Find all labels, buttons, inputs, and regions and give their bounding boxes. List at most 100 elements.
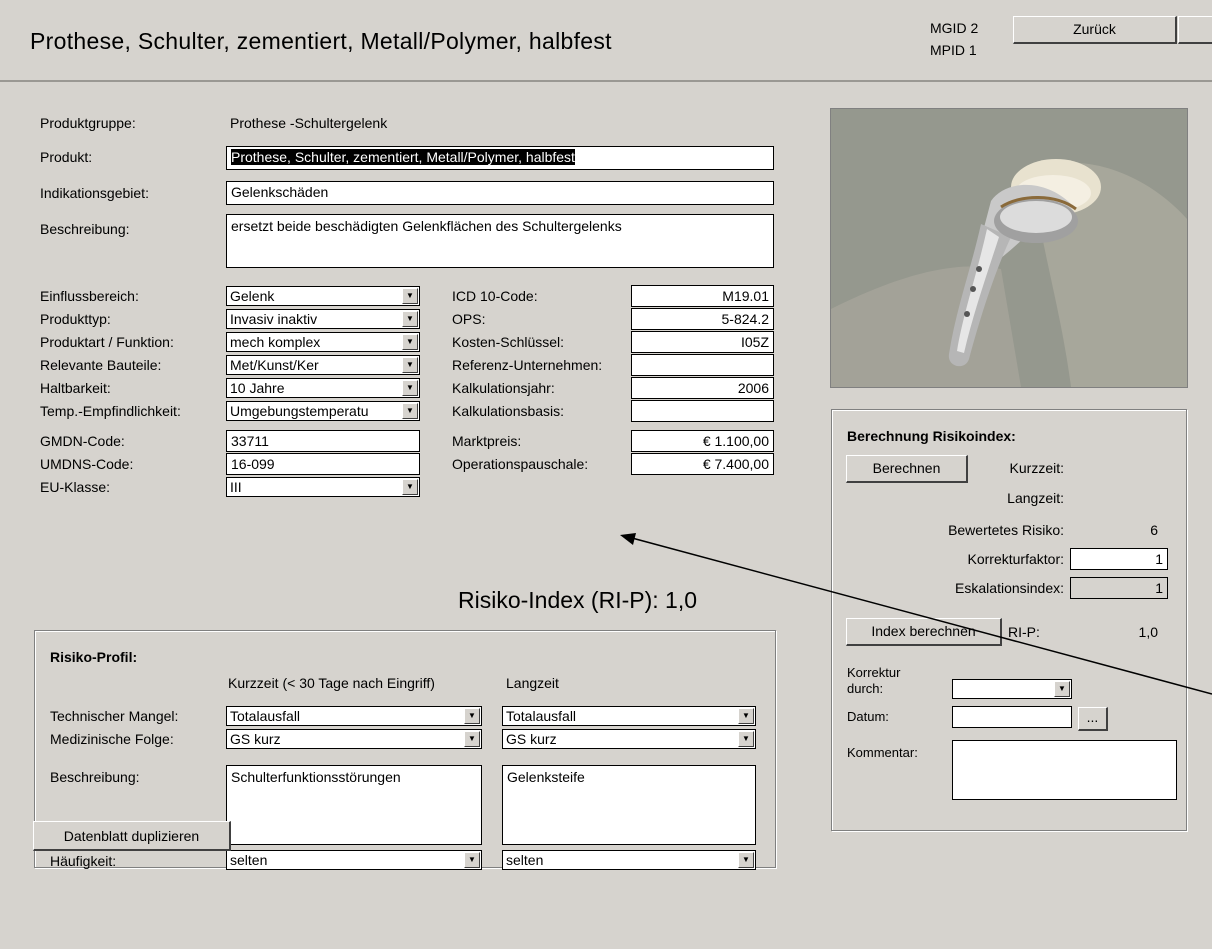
chevron-down-icon[interactable]: ▼ xyxy=(402,288,418,304)
page-title: Prothese, Schulter, zementiert, Metall/P… xyxy=(30,28,612,54)
marktpreis-label: Marktpreis: xyxy=(452,433,522,449)
comment-label: Kommentar: xyxy=(847,745,918,760)
gmdn-label: GMDN-Code: xyxy=(40,433,125,449)
short-term-header: Kurzzeit (< 30 Tage nach Eingriff) xyxy=(228,675,435,691)
date-field[interactable] xyxy=(952,706,1072,728)
bauteile-label: Relevante Bauteile: xyxy=(40,357,162,373)
chevron-down-icon[interactable]: ▼ xyxy=(738,852,754,868)
indication-label: Indikationsgebiet: xyxy=(40,185,149,201)
next-button[interactable] xyxy=(1178,16,1212,44)
risk-description-short-field[interactable]: Schulterfunktionsstörungen xyxy=(226,765,482,845)
rated-risk-label: Bewertetes Risiko: xyxy=(948,522,1064,538)
med-consequence-long-select[interactable]: GS kurz ▼ xyxy=(502,729,756,749)
kalkbasis-field[interactable] xyxy=(631,400,774,422)
back-button[interactable]: Zurück xyxy=(1013,16,1177,44)
referenz-field[interactable] xyxy=(631,354,774,376)
ops-label: OPS: xyxy=(452,311,486,327)
med-consequence-short-select[interactable]: GS kurz ▼ xyxy=(226,729,482,749)
temp-select[interactable]: Umgebungstemperatu ▼ xyxy=(226,401,420,421)
correction-factor-field[interactable]: 1 xyxy=(1070,548,1168,570)
risk-index-heading: Risiko-Index (RI-P): 1,0 xyxy=(458,587,698,613)
oppauschale-label: Operationspauschale: xyxy=(452,456,589,472)
euklasse-select[interactable]: III ▼ xyxy=(226,477,420,497)
correction-factor-label: Korrekturfaktor: xyxy=(967,551,1064,567)
chevron-down-icon[interactable]: ▼ xyxy=(738,731,754,747)
calc-title: Berechnung Risikoindex: xyxy=(847,428,1016,444)
description-label: Beschreibung: xyxy=(40,221,130,237)
indication-field[interactable]: Gelenkschäden xyxy=(226,181,774,205)
chevron-down-icon[interactable]: ▼ xyxy=(402,479,418,495)
mgid-label: MGID 2 xyxy=(930,20,979,36)
risk-description-label: Beschreibung: xyxy=(50,769,140,785)
chevron-down-icon[interactable]: ▼ xyxy=(1054,681,1070,697)
kalkbasis-label: Kalkulationsbasis: xyxy=(452,403,565,419)
chevron-down-icon[interactable]: ▼ xyxy=(464,731,480,747)
chevron-down-icon[interactable]: ▼ xyxy=(402,334,418,350)
bauteile-select[interactable]: Met/Kunst/Ker ▼ xyxy=(226,355,420,375)
comment-field[interactable] xyxy=(952,740,1177,800)
long-term-header: Langzeit xyxy=(506,675,559,691)
haltbarkeit-label: Haltbarkeit: xyxy=(40,380,111,396)
product-field[interactable]: Prothese, Schulter, zementiert, Metall/P… xyxy=(226,146,774,170)
long-term-label: Langzeit: xyxy=(1007,490,1064,506)
description-field[interactable]: ersetzt beide beschädigten Gelenkflächen… xyxy=(226,214,774,268)
product-image xyxy=(830,108,1188,388)
frequency-short-select[interactable]: selten ▼ xyxy=(226,850,482,870)
referenz-label: Referenz-Unternehmen: xyxy=(452,357,603,373)
rip-value: 1,0 xyxy=(1138,624,1158,640)
umdns-label: UMDNS-Code: xyxy=(40,456,134,472)
produkttyp-label: Produkttyp: xyxy=(40,311,111,327)
temp-label: Temp.-Empfindlichkeit: xyxy=(40,403,181,419)
duplicate-datasheet-button[interactable]: Datenblatt duplizieren xyxy=(33,821,231,851)
rated-risk-value: 6 xyxy=(1150,522,1158,538)
umdns-field[interactable]: 16-099 xyxy=(226,453,420,475)
header-bar: Prothese, Schulter, zementiert, Metall/P… xyxy=(0,0,1212,82)
med-consequence-label: Medizinische Folge: xyxy=(50,731,174,747)
tech-defect-long-select[interactable]: Totalausfall ▼ xyxy=(502,706,756,726)
date-label: Datum: xyxy=(847,709,889,724)
chevron-down-icon[interactable]: ▼ xyxy=(464,708,480,724)
chevron-down-icon[interactable]: ▼ xyxy=(402,311,418,327)
product-group-label: Produktgruppe: xyxy=(40,115,136,131)
kosten-field[interactable]: I05Z xyxy=(631,331,774,353)
chevron-down-icon[interactable]: ▼ xyxy=(402,380,418,396)
date-picker-button[interactable]: ... xyxy=(1078,707,1108,731)
product-group-value: Prothese -Schultergelenk xyxy=(230,115,388,131)
chevron-down-icon[interactable]: ▼ xyxy=(402,403,418,419)
produktart-label: Produktart / Funktion: xyxy=(40,334,174,350)
ops-field[interactable]: 5-824.2 xyxy=(631,308,774,330)
euklasse-label: EU-Klasse: xyxy=(40,479,111,495)
escalation-index-label: Eskalationsindex: xyxy=(955,580,1064,596)
product-label: Produkt: xyxy=(40,149,93,165)
mpid-label: MPID 1 xyxy=(930,42,977,58)
correction-by-label: Korrektur durch: xyxy=(847,665,901,696)
chevron-down-icon[interactable]: ▼ xyxy=(738,708,754,724)
icd-field[interactable]: M19.01 xyxy=(631,285,774,307)
marktpreis-field[interactable]: € 1.100,00 xyxy=(631,430,774,452)
risk-profile-title: Risiko-Profil: xyxy=(50,649,138,665)
haltbarkeit-select[interactable]: 10 Jahre ▼ xyxy=(226,378,420,398)
chevron-down-icon[interactable]: ▼ xyxy=(464,852,480,868)
gmdn-field[interactable]: 33711 xyxy=(226,430,420,452)
correction-by-select[interactable]: ▼ xyxy=(952,679,1072,699)
icd-label: ICD 10-Code: xyxy=(452,288,538,304)
frequency-label: Häufigkeit: xyxy=(50,853,117,869)
calculate-button[interactable]: Berechnen xyxy=(846,455,968,483)
risk-description-long-field[interactable]: Gelenksteife xyxy=(502,765,756,845)
kosten-label: Kosten-Schlüssel: xyxy=(452,334,565,350)
einfluss-label: Einflussbereich: xyxy=(40,288,139,304)
oppauschale-field[interactable]: € 7.400,00 xyxy=(631,453,774,475)
tech-defect-label: Technischer Mangel: xyxy=(50,708,179,724)
produkttyp-select[interactable]: Invasiv inaktiv ▼ xyxy=(226,309,420,329)
chevron-down-icon[interactable]: ▼ xyxy=(402,357,418,373)
kalkjahr-field[interactable]: 2006 xyxy=(631,377,774,399)
tech-defect-short-select[interactable]: Totalausfall ▼ xyxy=(226,706,482,726)
escalation-index-field: 1 xyxy=(1070,577,1168,599)
kalkjahr-label: Kalkulationsjahr: xyxy=(452,380,555,396)
rip-label: RI-P: xyxy=(1008,624,1040,640)
einfluss-select[interactable]: Gelenk ▼ xyxy=(226,286,420,306)
frequency-long-select[interactable]: selten ▼ xyxy=(502,850,756,870)
calculate-index-button[interactable]: Index berechnen xyxy=(846,618,1002,646)
produktart-select[interactable]: mech komplex ▼ xyxy=(226,332,420,352)
short-term-label: Kurzzeit: xyxy=(1009,460,1064,476)
